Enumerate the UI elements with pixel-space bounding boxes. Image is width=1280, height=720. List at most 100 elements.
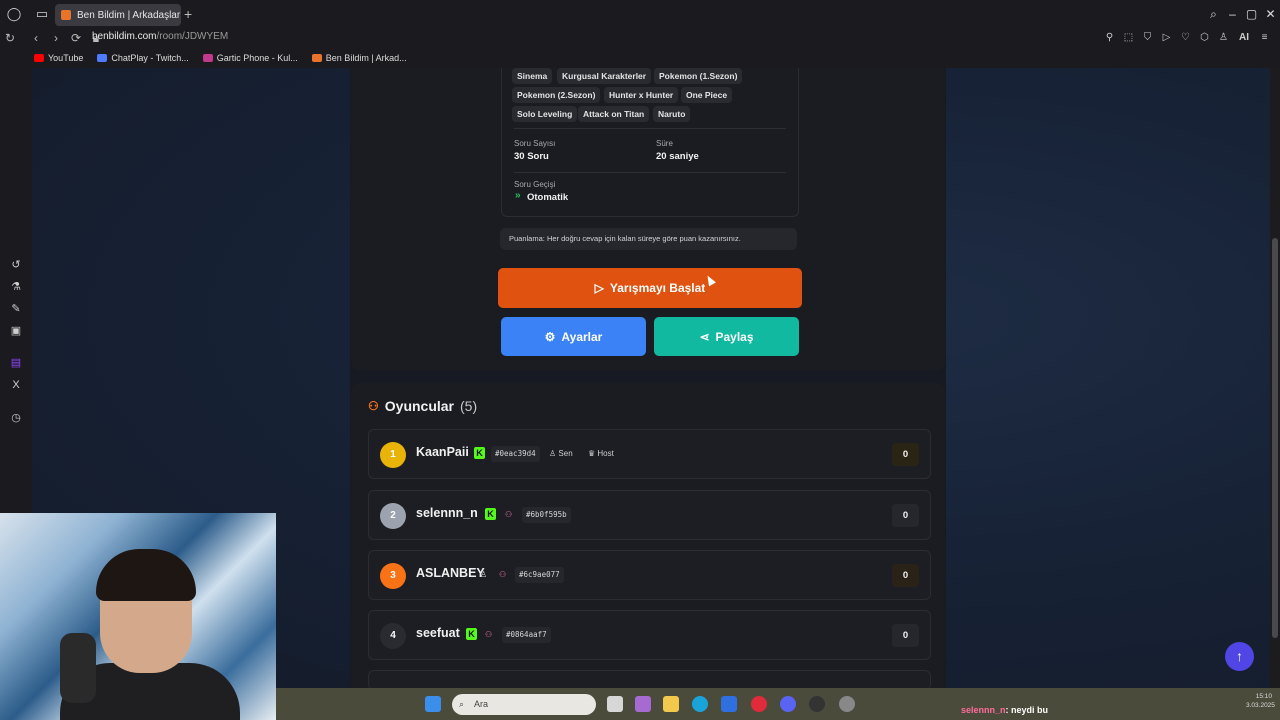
- player-name: ASLANBEY: [416, 566, 485, 580]
- player-hash: #6c9ae077: [515, 567, 564, 583]
- profile-icon[interactable]: ♙: [1216, 30, 1231, 45]
- new-tab-icon[interactable]: +: [184, 6, 192, 22]
- browser-tab[interactable]: Ben Bildim | Arkadaşlarını: [55, 4, 181, 26]
- url-path: /room/JDWYEM: [156, 31, 229, 42]
- discord-icon[interactable]: [780, 696, 796, 712]
- category-tag: Naruto: [653, 106, 691, 122]
- share-button[interactable]: ⋖ Paylaş: [654, 317, 799, 356]
- player-score: 0: [892, 443, 919, 466]
- back-icon[interactable]: ‹: [26, 31, 46, 45]
- category-tag: Kurgusal Karakterler: [557, 68, 652, 84]
- category-tag: Solo Leveling: [512, 106, 578, 122]
- close-icon[interactable]: ✕: [1261, 7, 1280, 21]
- edge-icon[interactable]: [692, 696, 708, 712]
- chatplay-icon: [97, 54, 108, 62]
- category-tag: Hunter x Hunter: [604, 87, 679, 103]
- refresh-icon[interactable]: ⟳: [66, 31, 86, 45]
- maximize-icon[interactable]: ▢: [1242, 7, 1261, 21]
- player-name: seefuat: [416, 626, 460, 640]
- heart-icon[interactable]: ♡: [1178, 30, 1193, 45]
- clock-date: 3.03.2025: [1246, 702, 1275, 709]
- minimize-icon[interactable]: –: [1223, 7, 1242, 21]
- search-icon[interactable]: ⌕: [1204, 7, 1223, 22]
- player-name: KaanPaii: [416, 445, 469, 459]
- obs-icon[interactable]: [809, 696, 825, 712]
- tab-menu-icon[interactable]: ▭: [28, 0, 56, 28]
- pin-icon[interactable]: ⚲: [1102, 30, 1117, 45]
- streamer-hair: [96, 549, 196, 601]
- player-score: 0: [892, 564, 919, 587]
- category-tag: Sinema: [512, 68, 553, 84]
- chat-overlay: selennn_n: neydi bu: [961, 705, 1048, 715]
- forward-icon[interactable]: ›: [46, 31, 66, 45]
- system-clock[interactable]: 15:10 3.03.2025: [1246, 692, 1275, 710]
- player-row: 3 ASLANBEY ♙ ⚇ #6c9ae077 0: [368, 550, 931, 600]
- reload-icon[interactable]: ↻: [0, 31, 20, 45]
- user-icon: ♙: [480, 570, 488, 579]
- ai-label[interactable]: AI: [1235, 30, 1253, 45]
- bookmark-gartic[interactable]: Gartic Phone - Kul...: [202, 53, 298, 63]
- url-domain: benbildim.com: [92, 31, 157, 42]
- shield-icon[interactable]: ⛉: [1140, 30, 1155, 45]
- category-tag: Pokemon (1.Sezon): [654, 68, 743, 84]
- duration-value: 20 saniye: [656, 151, 699, 162]
- steam-icon[interactable]: [839, 696, 855, 712]
- menu-icon[interactable]: ≡: [1257, 30, 1272, 45]
- url-field[interactable]: benbildim.com/room/JDWYEM: [92, 31, 228, 42]
- transition-value: Otomatik: [527, 192, 569, 203]
- copilot-icon[interactable]: [635, 696, 651, 712]
- notes-icon[interactable]: ✎: [9, 302, 23, 316]
- bookmarks-bar: YouTube ChatPlay - Twitch... Gartic Phon…: [0, 48, 1280, 68]
- scroll-to-top-button[interactable]: ↑: [1225, 642, 1254, 671]
- settings-button[interactable]: ⚙ Ayarlar: [501, 317, 646, 356]
- follow-icon[interactable]: ⚇: [505, 507, 512, 523]
- category-tag: One Piece: [681, 87, 733, 103]
- benbildim-icon: [311, 54, 322, 62]
- chat-message: : neydi bu: [1005, 705, 1049, 715]
- address-toolbar: ⚲ ⬚ ⛉ ▷ ♡ ⬡ ♙ AI ≡: [1102, 30, 1272, 45]
- you-badge: ♙ Sen: [549, 449, 573, 458]
- opera-icon[interactable]: [751, 696, 767, 712]
- history-sync-icon[interactable]: ↺: [9, 258, 23, 272]
- bookmark-benbildim[interactable]: Ben Bildim | Arkad...: [311, 53, 407, 63]
- category-tag: Pokemon (2.Sezon): [512, 87, 601, 103]
- follow-icon[interactable]: ⚇: [485, 627, 492, 643]
- bookmark-youtube[interactable]: YouTube: [34, 53, 83, 63]
- windows-start-icon[interactable]: [425, 696, 441, 712]
- scrollbar-thumb[interactable]: [1272, 238, 1278, 638]
- taskbar-search[interactable]: ⌕ Ara: [452, 694, 596, 715]
- start-game-button[interactable]: ▷ Yarışmayı Başlat: [498, 268, 802, 308]
- kick-icon: K: [485, 508, 496, 520]
- x-twitter-icon[interactable]: X: [9, 378, 23, 392]
- player-row: 1 KaanPaii K #0eac39d4 ♙ Sen ♛ Host 0: [368, 429, 931, 479]
- players-header: ⚇ Oyuncular (5): [368, 398, 477, 414]
- start-game-label: Yarışmayı Başlat: [609, 281, 706, 295]
- player-row: 4 seefuat K ⚇ #0864aaf7 0: [368, 610, 931, 660]
- kick-icon: K: [474, 447, 485, 459]
- aria-icon[interactable]: ⚗: [9, 280, 23, 294]
- store-icon[interactable]: [721, 696, 737, 712]
- host-badge: ♛ Host: [588, 449, 614, 458]
- gartic-icon: [202, 54, 213, 62]
- player-row: 2 selennn_n K ⚇ #6b0f595b 0: [368, 490, 931, 540]
- tab-title: Ben Bildim | Arkadaşlarını: [77, 9, 181, 21]
- player-row: [368, 670, 931, 690]
- extensions-icon[interactable]: ⬡: [1197, 30, 1212, 45]
- snapshot-icon[interactable]: ⬚: [1121, 30, 1136, 45]
- clock-icon[interactable]: ◷: [9, 411, 23, 425]
- task-view-icon[interactable]: [607, 696, 623, 712]
- bookmark-chatplay[interactable]: ChatPlay - Twitch...: [97, 53, 189, 63]
- question-count-value: 30 Soru: [514, 151, 549, 162]
- messenger-icon[interactable]: ▣: [9, 324, 23, 338]
- kick-icon: K: [466, 628, 477, 640]
- play-icon[interactable]: ▷: [1159, 30, 1174, 45]
- rank-badge: 4: [380, 623, 406, 649]
- follow-icon[interactable]: ⚇: [499, 567, 506, 583]
- users-icon: ⚇: [368, 399, 379, 413]
- gear-icon: ⚙: [544, 329, 556, 344]
- scrollbar[interactable]: [1270, 68, 1280, 688]
- twitch-icon[interactable]: ▤: [9, 356, 23, 370]
- opera-logo-icon[interactable]: ◯: [0, 0, 28, 28]
- file-explorer-icon[interactable]: [663, 696, 679, 712]
- rank-badge: 1: [380, 442, 406, 468]
